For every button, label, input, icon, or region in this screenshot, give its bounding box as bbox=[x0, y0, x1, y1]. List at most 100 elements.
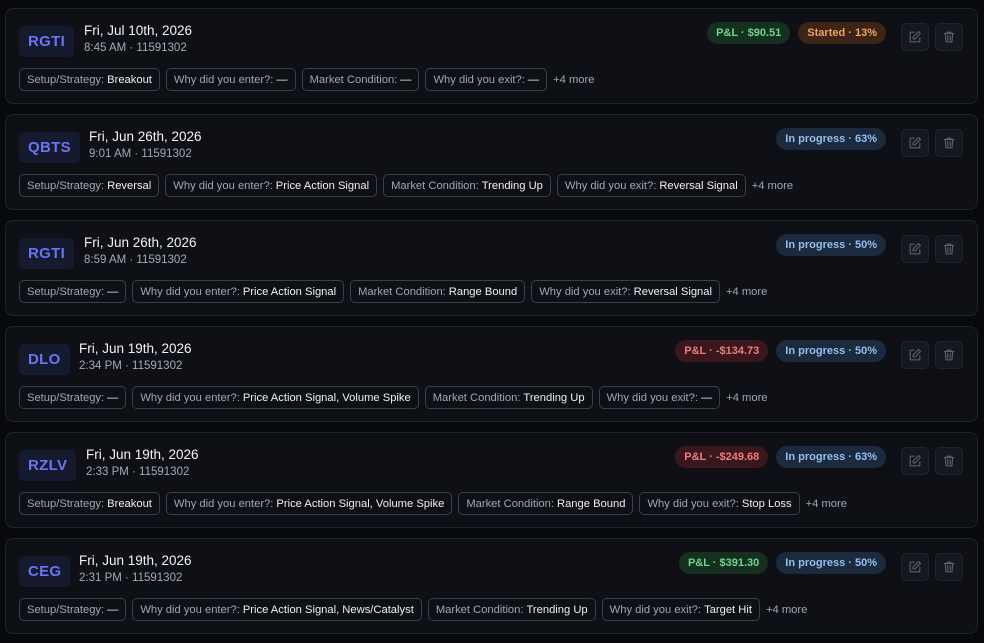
trash-icon bbox=[943, 561, 955, 573]
tag-row: Setup/Strategy: Breakout Why did you enter… bbox=[19, 492, 847, 515]
trade-card[interactable]: RGTI Fri, Jun 26th, 2026 8:59 AM · 11591… bbox=[5, 220, 978, 316]
tag-chip[interactable]: Why did you exit?: — bbox=[598, 386, 721, 409]
tag-chip[interactable]: Market Condition: Trending Up bbox=[383, 174, 551, 197]
tag-key: Why did you exit?: bbox=[647, 497, 739, 510]
trash-icon bbox=[943, 31, 955, 43]
tag-chip[interactable]: Setup/Strategy: — bbox=[19, 280, 127, 303]
tag-chip[interactable]: Why did you exit?: Stop Loss bbox=[639, 492, 800, 515]
tag-chip[interactable]: Why did you enter?: — bbox=[165, 68, 296, 91]
tag-value: Reversal Signal bbox=[633, 285, 712, 298]
tag-value: — bbox=[527, 73, 540, 86]
tag-chip[interactable]: Setup/Strategy: — bbox=[19, 598, 127, 621]
trash-icon bbox=[943, 349, 955, 361]
trade-header: Fri, Jun 19th, 2026 2:34 PM · 11591302 bbox=[79, 341, 192, 372]
trade-header: Fri, Jun 26th, 2026 8:59 AM · 11591302 bbox=[84, 235, 197, 266]
ticker-badge[interactable]: QBTS bbox=[19, 132, 80, 163]
delete-button[interactable] bbox=[935, 235, 963, 263]
tag-key: Setup/Strategy: bbox=[27, 391, 105, 404]
tag-chip[interactable]: Setup/Strategy: Reversal bbox=[19, 174, 160, 197]
more-tags-link[interactable]: +4 more bbox=[726, 392, 767, 404]
ticker-badge[interactable]: RZLV bbox=[19, 450, 77, 481]
trade-time-account: 8:59 AM · 11591302 bbox=[84, 254, 187, 266]
tag-key: Why did you enter?: bbox=[173, 73, 274, 86]
tag-chip[interactable]: Why did you enter?: Price Action Signal bbox=[165, 174, 378, 197]
tag-chip[interactable]: Why did you enter?: Price Action Signal, … bbox=[132, 386, 419, 409]
tag-key: Why did you exit?: bbox=[539, 285, 631, 298]
edit-button[interactable] bbox=[901, 341, 929, 369]
delete-button[interactable] bbox=[935, 553, 963, 581]
pnl-badge: P&L · $391.30 bbox=[678, 552, 769, 574]
status-badges: P&L · -$134.73 In progress · 50% bbox=[675, 340, 886, 362]
tag-chip[interactable]: Market Condition: Trending Up bbox=[424, 386, 593, 409]
trash-icon bbox=[943, 137, 955, 149]
tag-value: Range Bound bbox=[557, 497, 626, 510]
trade-card[interactable]: CEG Fri, Jun 19th, 2026 2:31 PM · 115913… bbox=[5, 538, 978, 634]
tag-chip[interactable]: Why did you exit?: Reversal Signal bbox=[531, 280, 720, 303]
tag-value: Target Hit bbox=[704, 603, 752, 616]
tag-value: Price Action Signal, Volume Spike bbox=[276, 497, 445, 510]
tag-chip[interactable]: Why did you exit?: Target Hit bbox=[601, 598, 760, 621]
edit-icon bbox=[909, 561, 921, 573]
tag-chip[interactable]: Setup/Strategy: — bbox=[19, 386, 127, 409]
trade-header: Fri, Jun 26th, 2026 9:01 AM · 11591302 bbox=[89, 129, 202, 160]
trade-time-account: 2:33 PM · 11591302 bbox=[86, 466, 190, 478]
tag-key: Setup/Strategy: bbox=[27, 285, 105, 298]
delete-button[interactable] bbox=[935, 129, 963, 157]
tag-key: Why did you enter?: bbox=[140, 285, 240, 298]
tag-key: Market Condition: bbox=[435, 603, 524, 616]
tag-chip[interactable]: Setup/Strategy: Breakout bbox=[19, 492, 160, 515]
tag-value: Price Action Signal bbox=[275, 179, 370, 192]
edit-button[interactable] bbox=[901, 23, 929, 51]
status-badges: P&L · $90.51 Started · 13% bbox=[707, 22, 886, 44]
status-badge: In progress · 63% bbox=[776, 446, 886, 468]
tag-chip[interactable]: Market Condition: Trending Up bbox=[427, 598, 596, 621]
tag-value: Stop Loss bbox=[741, 497, 792, 510]
tag-chip[interactable]: Market Condition: Range Bound bbox=[350, 280, 526, 303]
edit-icon bbox=[909, 137, 921, 149]
tag-chip[interactable]: Why did you enter?: Price Action Signal bbox=[132, 280, 345, 303]
card-actions bbox=[901, 23, 963, 51]
tag-value: Trending Up bbox=[526, 603, 588, 616]
delete-button[interactable] bbox=[935, 341, 963, 369]
more-tags-link[interactable]: +4 more bbox=[752, 180, 793, 192]
trade-card[interactable]: QBTS Fri, Jun 26th, 2026 9:01 AM · 11591… bbox=[5, 114, 978, 210]
ticker-badge[interactable]: CEG bbox=[19, 556, 71, 587]
tag-value: Price Action Signal, News/Catalyst bbox=[242, 603, 414, 616]
tag-chip[interactable]: Market Condition: Range Bound bbox=[458, 492, 634, 515]
trade-card[interactable]: DLO Fri, Jun 19th, 2026 2:34 PM · 115913… bbox=[5, 326, 978, 422]
delete-button[interactable] bbox=[935, 23, 963, 51]
tag-key: Setup/Strategy: bbox=[27, 603, 105, 616]
card-actions bbox=[901, 235, 963, 263]
edit-button[interactable] bbox=[901, 447, 929, 475]
more-tags-link[interactable]: +4 more bbox=[726, 286, 767, 298]
trade-header: Fri, Jun 19th, 2026 2:33 PM · 11591302 bbox=[86, 447, 199, 478]
status-badge: In progress · 50% bbox=[776, 552, 886, 574]
tag-chip[interactable]: Setup/Strategy: Breakout bbox=[19, 68, 160, 91]
edit-button[interactable] bbox=[901, 129, 929, 157]
tag-chip[interactable]: Why did you exit?: Reversal Signal bbox=[556, 174, 746, 197]
more-tags-link[interactable]: +4 more bbox=[806, 498, 847, 510]
ticker-badge[interactable]: RGTI bbox=[19, 238, 75, 269]
tag-chip[interactable]: Why did you exit?: — bbox=[425, 68, 548, 91]
tag-key: Why did you enter?: bbox=[173, 497, 274, 510]
tag-chip[interactable]: Why did you enter?: Price Action Signal, … bbox=[165, 492, 453, 515]
ticker-badge[interactable]: DLO bbox=[19, 344, 70, 375]
edit-button[interactable] bbox=[901, 553, 929, 581]
trade-card[interactable]: RGTI Fri, Jul 10th, 2026 8:45 AM · 11591… bbox=[5, 8, 978, 104]
status-badge: Started · 13% bbox=[798, 22, 886, 44]
card-actions bbox=[901, 341, 963, 369]
delete-button[interactable] bbox=[935, 447, 963, 475]
tag-chip[interactable]: Market Condition: — bbox=[301, 68, 420, 91]
edit-icon bbox=[909, 455, 921, 467]
status-badges: In progress · 50% bbox=[776, 234, 886, 256]
tag-chip[interactable]: Why did you enter?: Price Action Signal, … bbox=[132, 598, 422, 621]
trade-card[interactable]: RZLV Fri, Jun 19th, 2026 2:33 PM · 11591… bbox=[5, 432, 978, 528]
status-badges: P&L · $391.30 In progress · 50% bbox=[678, 552, 886, 574]
trade-time-account: 9:01 AM · 11591302 bbox=[89, 148, 192, 160]
trade-date: Fri, Jun 19th, 2026 bbox=[79, 341, 192, 356]
more-tags-link[interactable]: +4 more bbox=[766, 604, 807, 616]
pnl-badge: P&L · $90.51 bbox=[707, 22, 791, 44]
more-tags-link[interactable]: +4 more bbox=[553, 74, 594, 86]
edit-button[interactable] bbox=[901, 235, 929, 263]
ticker-badge[interactable]: RGTI bbox=[19, 26, 75, 57]
